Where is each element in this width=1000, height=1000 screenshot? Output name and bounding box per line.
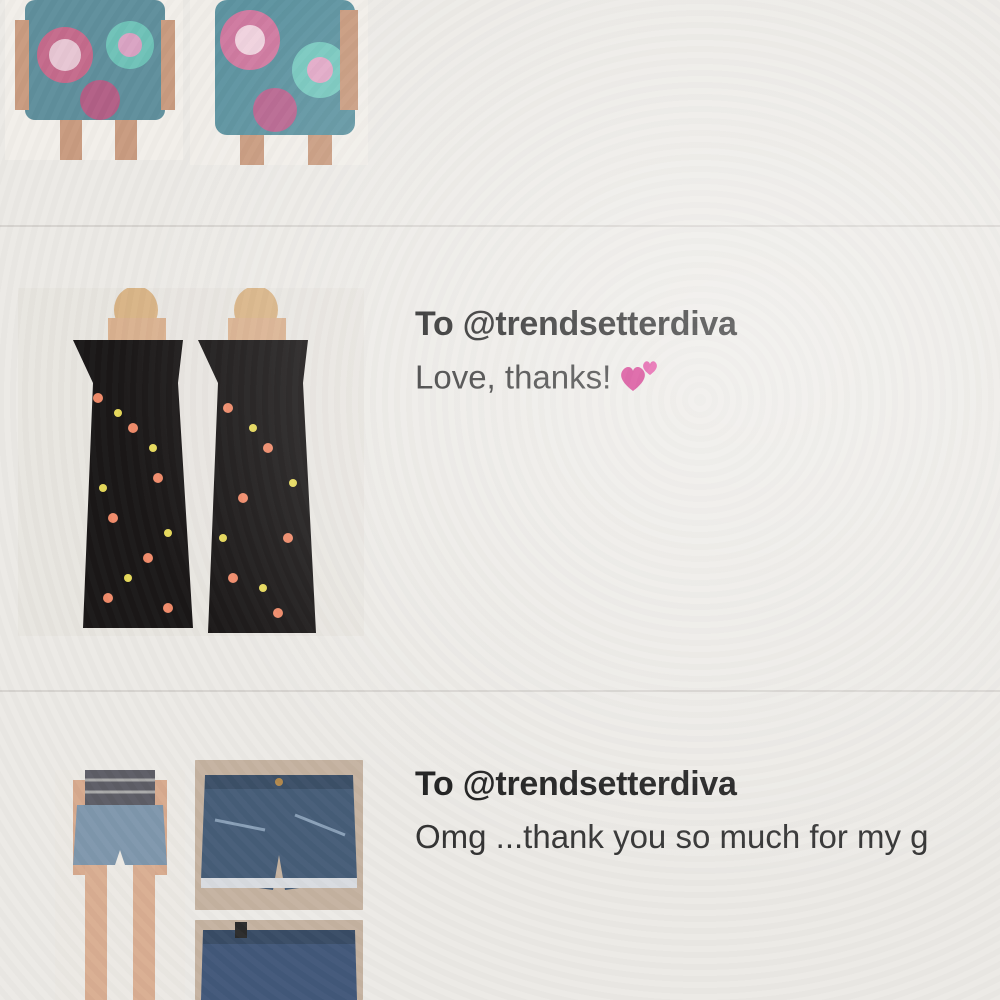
feedback-feed: To @trendsetterdiva Love, thanks! To @tr… xyxy=(0,0,1000,1000)
listing-photo-model-shorts[interactable] xyxy=(55,770,185,1000)
message-text: Omg ...thank you so much for my g xyxy=(415,818,929,855)
listing-photo-shorts-flat[interactable] xyxy=(195,760,363,910)
username-link[interactable]: @trendsetterdiva xyxy=(463,305,737,343)
comment-message: Love, thanks! xyxy=(415,358,737,402)
to-prefix: To xyxy=(415,305,454,343)
row-divider xyxy=(0,225,1000,227)
to-prefix: To xyxy=(415,765,454,803)
username-link[interactable]: @trendsetterdiva xyxy=(463,765,737,803)
two-hearts-icon xyxy=(619,358,661,402)
listing-photos-bottom[interactable] xyxy=(55,760,365,1000)
listing-photo-boho-back[interactable] xyxy=(190,0,368,165)
listing-photo-maxi-dress[interactable] xyxy=(18,288,364,636)
listing-photo-boho-front[interactable] xyxy=(5,0,183,160)
comment-message: Omg ...thank you so much for my g xyxy=(415,818,929,856)
listing-photos-middle[interactable] xyxy=(18,288,364,636)
listing-photo-shorts-detail[interactable] xyxy=(195,920,363,1000)
message-text: Love, thanks! xyxy=(415,358,612,396)
comment-2: To @trendsetterdiva Omg ...thank you so … xyxy=(415,765,929,856)
comment-1: To @trendsetterdiva Love, thanks! xyxy=(415,305,737,402)
comment-recipient: To @trendsetterdiva xyxy=(415,765,929,804)
row-divider xyxy=(0,690,1000,692)
comment-recipient: To @trendsetterdiva xyxy=(415,305,737,344)
listing-photos-top[interactable] xyxy=(0,0,370,165)
